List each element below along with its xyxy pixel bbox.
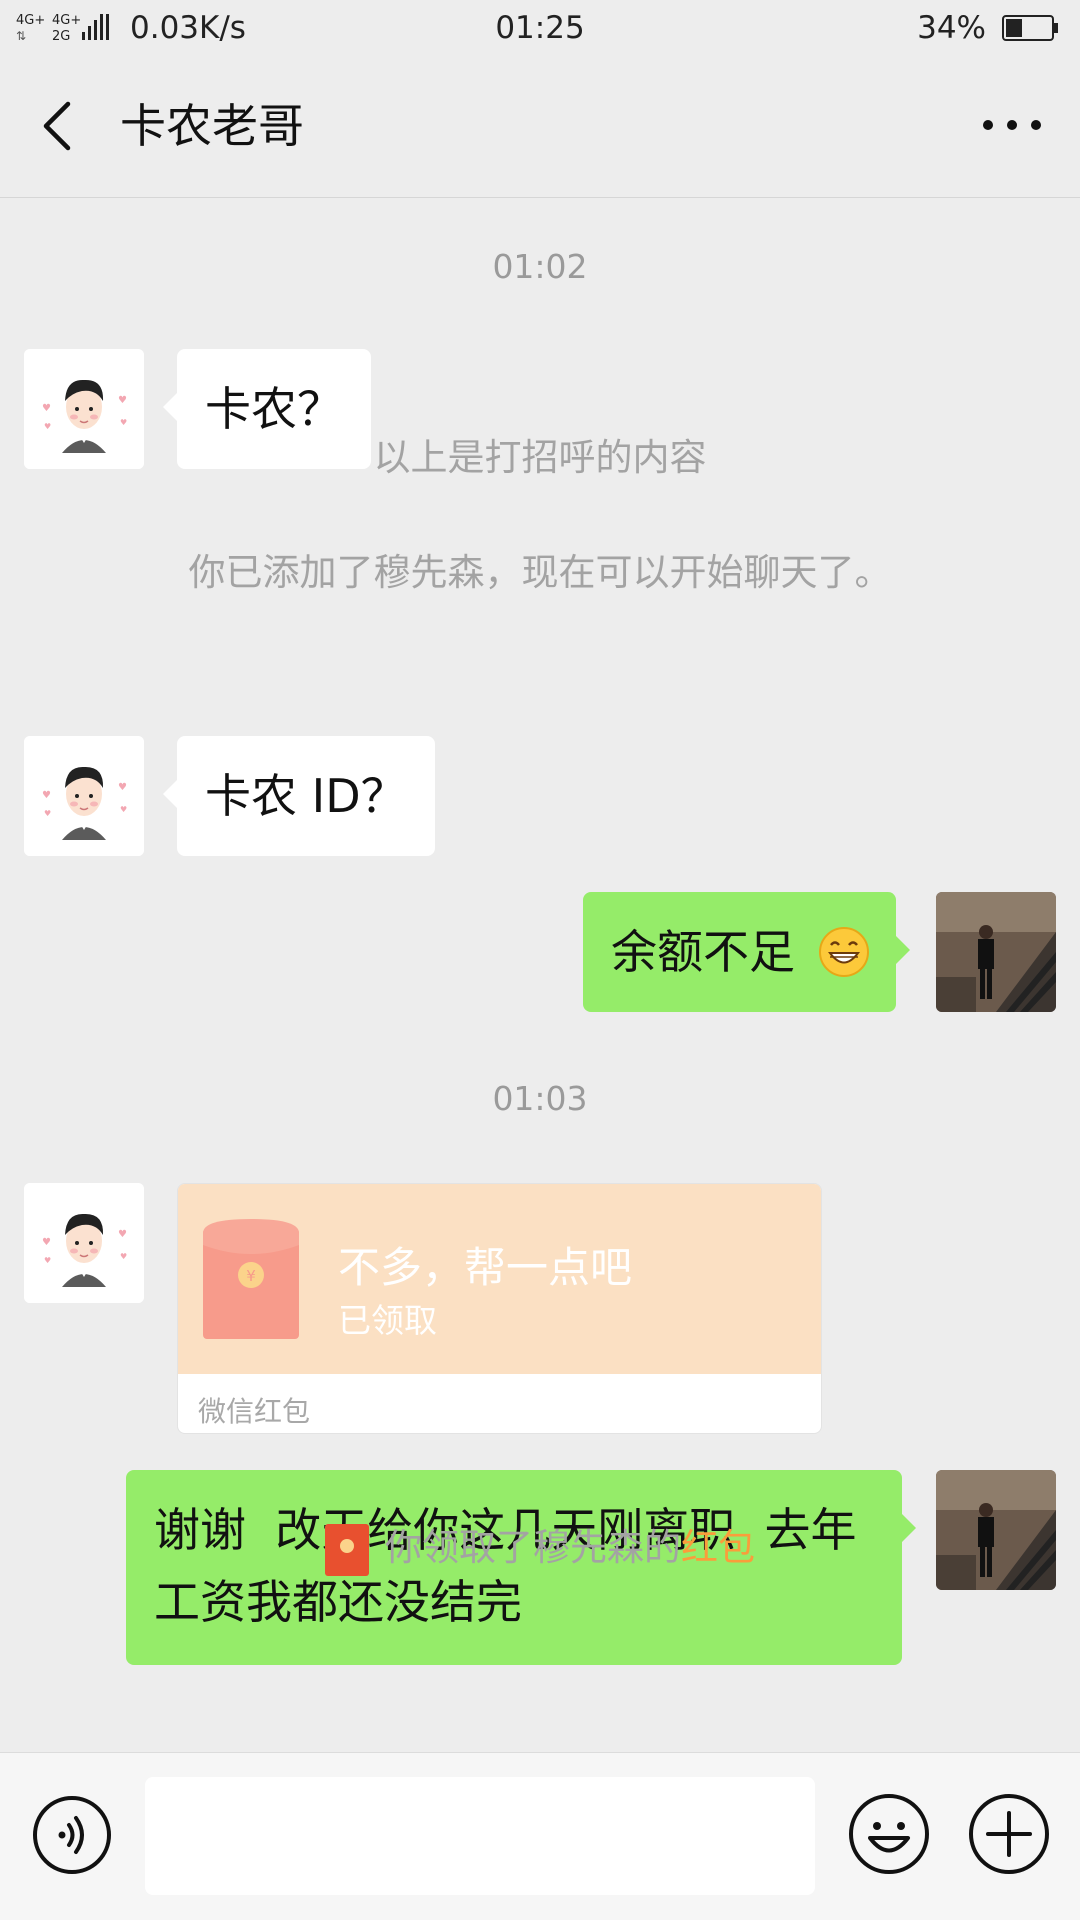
- message-bubble-sent[interactable]: 余额不足: [583, 892, 910, 1012]
- battery-percentage: 34%: [917, 10, 986, 46]
- svg-text:♥: ♥: [120, 805, 127, 814]
- red-packet-title: 不多，帮一点吧: [338, 1243, 633, 1292]
- status-bar: 4G+ 4G+ ⇅ 2G 0.03K/s 01:25 34%: [0, 0, 1080, 60]
- red-packet-claimed-notice: 你领取了穆先森的红包: [0, 1517, 1080, 1576]
- message-input[interactable]: [145, 1777, 815, 1895]
- timestamp: 01:03: [492, 1079, 588, 1118]
- svg-text:♥: ♥: [118, 1229, 127, 1240]
- voice-icon[interactable]: [32, 1795, 112, 1875]
- notice-red-packet-link[interactable]: 红包: [681, 1526, 755, 1569]
- grin-emoji-icon: [818, 927, 869, 977]
- message-text: 余额不足: [611, 925, 795, 979]
- cartoon-boy-avatar-icon: ♥ ♥ ♥ ♥: [24, 736, 144, 856]
- more-dots-icon[interactable]: [980, 110, 1044, 140]
- svg-text:♥: ♥: [120, 418, 127, 427]
- svg-text:¥: ¥: [246, 1267, 256, 1285]
- timestamp: 01:02: [492, 247, 588, 286]
- plus-icon[interactable]: [968, 1793, 1050, 1875]
- chat-title: 卡农老哥: [120, 99, 304, 153]
- photo-avatar-icon: [936, 892, 1056, 1012]
- svg-text:♥: ♥: [118, 782, 127, 793]
- red-packet-card[interactable]: ¥ 不多，帮一点吧 已领取 微信红包: [177, 1183, 822, 1434]
- svg-text:♥: ♥: [118, 395, 127, 406]
- cartoon-boy-avatar-icon: ♥ ♥ ♥ ♥: [24, 1183, 144, 1303]
- svg-text:♥: ♥: [44, 1256, 51, 1265]
- svg-text:♥: ♥: [42, 403, 51, 414]
- svg-text:♥: ♥: [120, 1252, 127, 1261]
- red-envelope-icon: [325, 1523, 369, 1576]
- chat-header: 卡农老哥: [0, 60, 1080, 198]
- svg-text:♥: ♥: [44, 809, 51, 818]
- system-message: 以上是打招呼的内容: [373, 436, 707, 479]
- system-message: 你已添加了穆先森，现在可以开始聊天了。: [188, 551, 892, 594]
- red-envelope-icon: ¥: [203, 1219, 299, 1339]
- avatar[interactable]: ♥ ♥ ♥ ♥: [24, 1183, 144, 1303]
- red-packet-footer: 微信红包: [198, 1395, 311, 1428]
- svg-text:♥: ♥: [42, 1237, 51, 1248]
- my-avatar[interactable]: [936, 892, 1056, 1012]
- battery-icon: [1002, 15, 1058, 41]
- message-bubble-received[interactable]: 卡农 ID？: [163, 736, 435, 856]
- svg-text:♥: ♥: [42, 790, 51, 801]
- input-bar: [0, 1752, 1080, 1920]
- chevron-left-icon[interactable]: [36, 96, 80, 156]
- emoji-icon[interactable]: [848, 1793, 930, 1875]
- red-packet-status: 已领取: [338, 1301, 437, 1340]
- avatar[interactable]: ♥ ♥ ♥ ♥: [24, 736, 144, 856]
- notice-text: 你领取了穆先森的: [385, 1526, 681, 1569]
